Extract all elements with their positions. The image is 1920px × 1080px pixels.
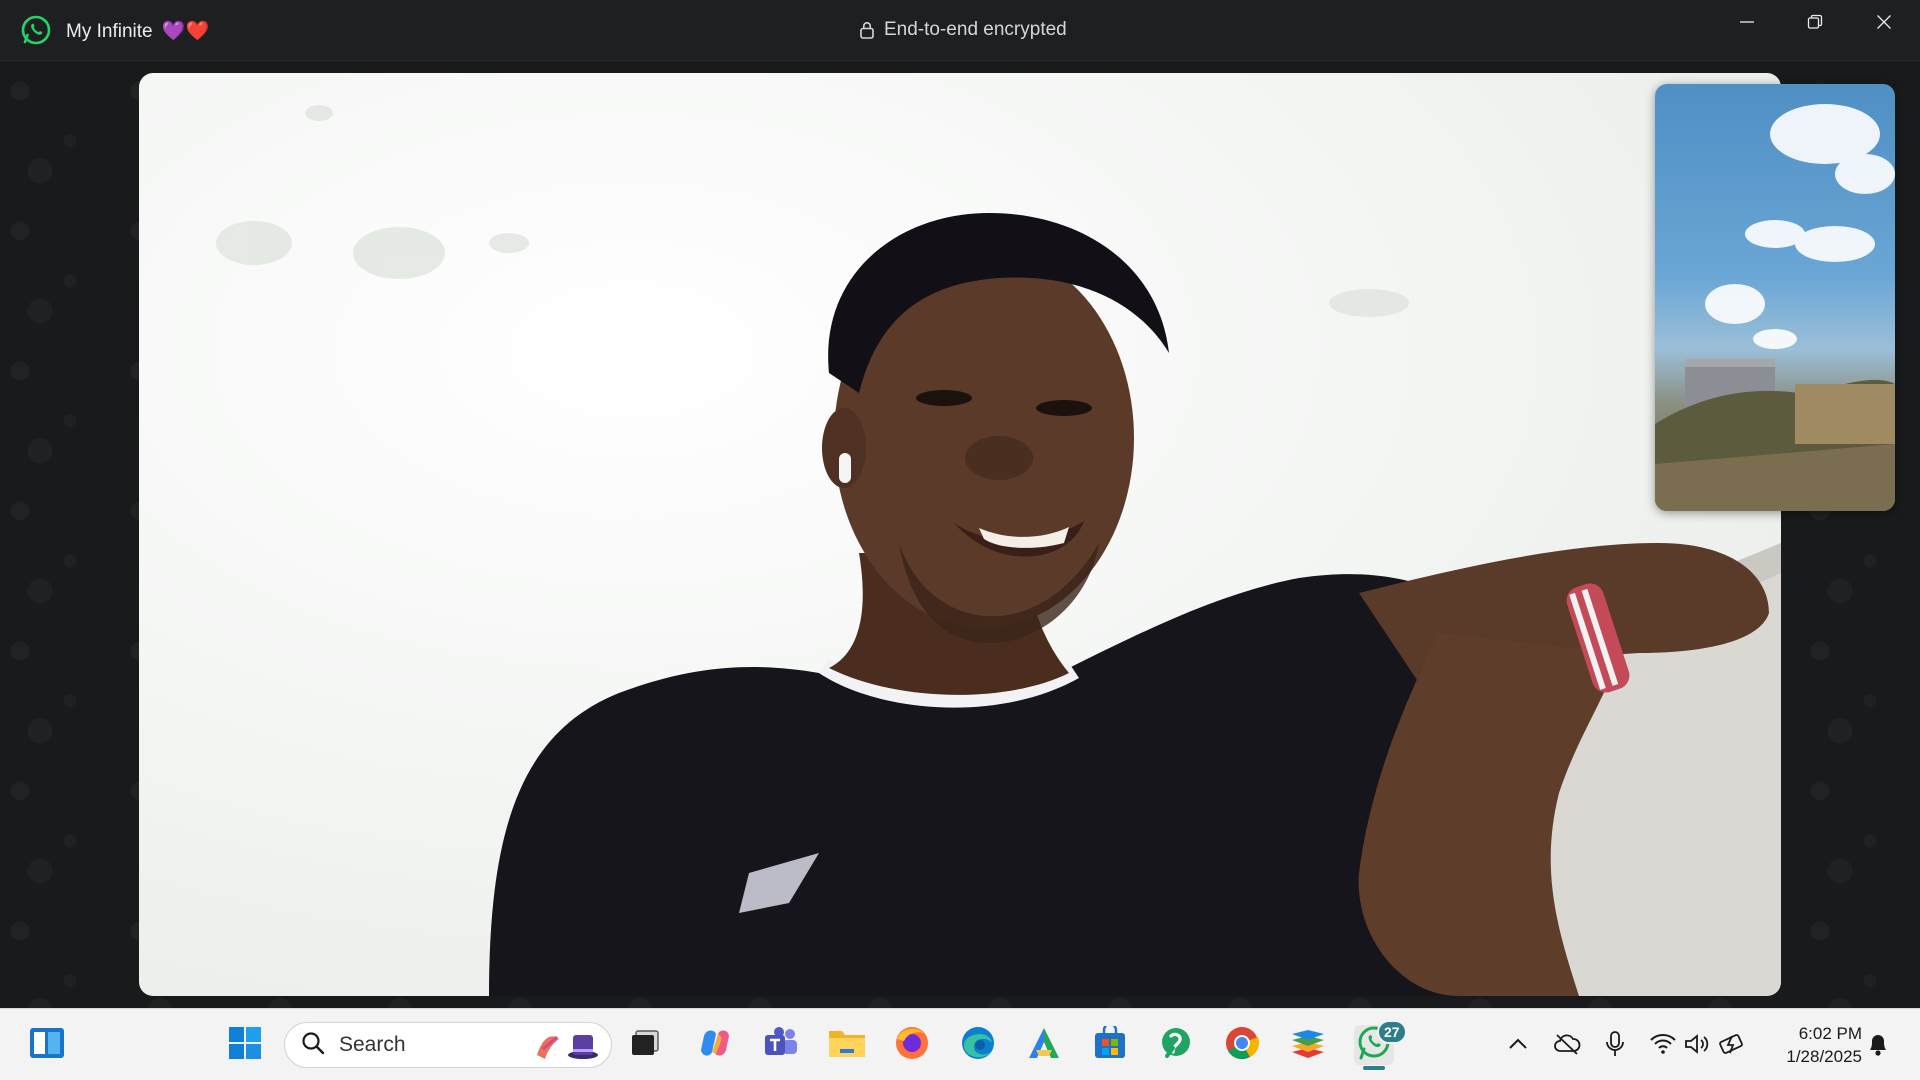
microphone-button[interactable] bbox=[1600, 1030, 1630, 1062]
app-green-icon bbox=[1159, 1026, 1193, 1065]
folder-icon bbox=[828, 1027, 866, 1064]
restore-icon bbox=[1807, 14, 1823, 35]
show-hidden-icons-button[interactable] bbox=[1503, 1031, 1533, 1061]
bluestacks-button[interactable] bbox=[1288, 1025, 1328, 1065]
teams-icon bbox=[763, 1026, 799, 1065]
contact-name: My Infinite 💜❤️ bbox=[66, 19, 209, 43]
file-explorer-button[interactable] bbox=[827, 1025, 867, 1065]
minimize-icon bbox=[1739, 14, 1755, 35]
self-view[interactable] bbox=[1655, 84, 1895, 511]
self-preview-image bbox=[1655, 104, 1895, 511]
clock-date: 1/28/2025 bbox=[1786, 1047, 1862, 1066]
firefox-button[interactable] bbox=[892, 1025, 932, 1065]
firefox-icon bbox=[894, 1025, 930, 1066]
call-area bbox=[0, 61, 1920, 1008]
battery-charging-icon bbox=[1719, 1032, 1747, 1061]
chrome-button[interactable] bbox=[1222, 1025, 1262, 1065]
lock-icon bbox=[860, 21, 874, 39]
edge-button[interactable] bbox=[958, 1025, 998, 1065]
search-highlight-icon bbox=[529, 1029, 601, 1061]
start-button[interactable] bbox=[225, 1025, 265, 1065]
copilot-icon bbox=[698, 1026, 732, 1065]
onedrive-status-button[interactable] bbox=[1552, 1031, 1582, 1061]
taskbar-clock[interactable]: 6:02 PM 1/28/2025 bbox=[1762, 1022, 1862, 1068]
chevron-up-icon bbox=[1508, 1037, 1528, 1056]
volume-button[interactable] bbox=[1683, 1031, 1713, 1061]
taskbar-search[interactable]: Search bbox=[284, 1022, 612, 1068]
edge-icon bbox=[960, 1025, 996, 1066]
remote-video[interactable] bbox=[139, 73, 1781, 996]
wifi-icon bbox=[1650, 1033, 1676, 1060]
task-view-button[interactable] bbox=[625, 1025, 665, 1065]
app-green-button[interactable] bbox=[1156, 1025, 1196, 1065]
chrome-icon bbox=[1224, 1025, 1260, 1066]
bell-icon bbox=[1867, 1031, 1889, 1062]
widgets-icon bbox=[29, 1027, 65, 1064]
wifi-button[interactable] bbox=[1648, 1031, 1678, 1061]
search-icon bbox=[301, 1031, 325, 1060]
remote-participant-image bbox=[216, 105, 1781, 996]
restore-button[interactable] bbox=[1781, 0, 1849, 48]
clock-time: 6:02 PM bbox=[1798, 1024, 1862, 1043]
search-placeholder: Search bbox=[339, 1033, 406, 1056]
encryption-label: End-to-end encrypted bbox=[884, 19, 1067, 40]
teams-button[interactable] bbox=[761, 1025, 801, 1065]
copilot-button[interactable] bbox=[695, 1025, 735, 1065]
whatsapp-unread-badge: 27 bbox=[1377, 1020, 1407, 1044]
microphone-icon bbox=[1605, 1030, 1625, 1062]
title-bar: My Infinite 💜❤️ End-to-end encrypted bbox=[0, 0, 1920, 61]
encryption-status: End-to-end encrypted bbox=[860, 19, 1067, 41]
close-icon bbox=[1876, 14, 1892, 35]
taskbar: Search 6:02 PM 1/28/2025 bbox=[0, 1008, 1920, 1080]
heart-emojis: 💜❤️ bbox=[161, 21, 210, 42]
notifications-button[interactable] bbox=[1863, 1031, 1893, 1061]
task-view-icon bbox=[630, 1029, 660, 1062]
whatsapp-logo-icon bbox=[20, 14, 52, 46]
bluestacks-icon bbox=[1290, 1026, 1326, 1065]
windows-logo-icon bbox=[228, 1026, 262, 1065]
microsoft-store-button[interactable] bbox=[1090, 1022, 1130, 1065]
store-icon bbox=[1093, 1022, 1127, 1065]
whatsapp-active-indicator bbox=[1363, 1066, 1385, 1070]
close-button[interactable] bbox=[1850, 0, 1918, 48]
app-a-button[interactable] bbox=[1024, 1025, 1064, 1065]
speaker-icon bbox=[1684, 1033, 1712, 1060]
app-a-icon bbox=[1027, 1026, 1061, 1065]
battery-button[interactable] bbox=[1718, 1031, 1748, 1061]
widgets-button[interactable] bbox=[27, 1025, 67, 1065]
minimize-button[interactable] bbox=[1713, 0, 1781, 48]
contact-name-text: My Infinite bbox=[66, 21, 153, 42]
cloud-offline-icon bbox=[1553, 1033, 1581, 1060]
